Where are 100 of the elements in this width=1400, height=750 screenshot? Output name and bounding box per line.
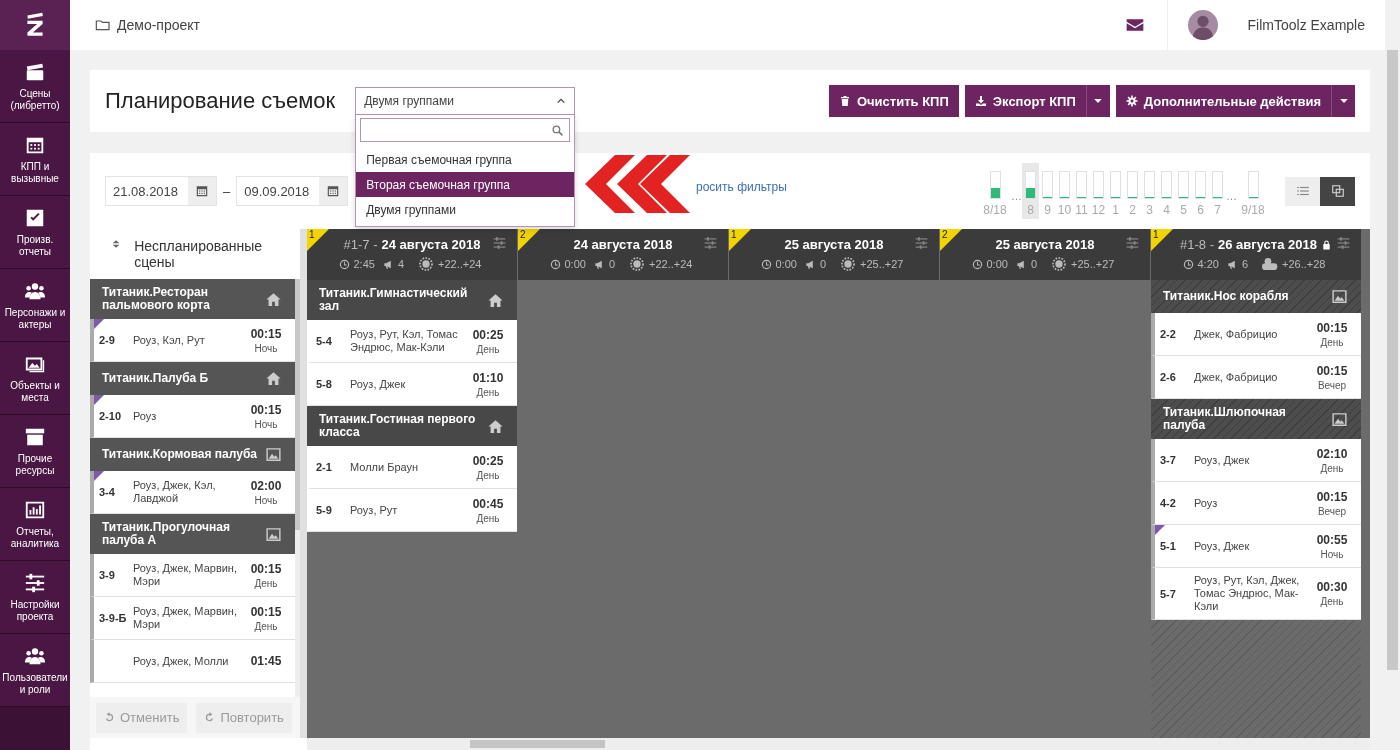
avatar-icon[interactable] <box>1187 10 1218 40</box>
group-badge: 1 <box>729 229 751 251</box>
scene-card[interactable]: 2-1 Молли Браун 00:25 День <box>307 446 517 489</box>
group-select[interactable]: Двумя группами <box>355 87 576 115</box>
sidebar-item[interactable]: Прочие ресурсы <box>0 415 70 488</box>
clock-icon <box>338 258 350 270</box>
sun-icon <box>629 256 646 272</box>
user-name[interactable]: FilmToolz Example <box>1247 17 1365 33</box>
sort-icon[interactable] <box>112 238 121 250</box>
temperature: +25..+27 <box>860 258 904 270</box>
scene-card[interactable]: 2-6 Джек, Фабрицио 00:15 Вечер <box>1151 356 1361 399</box>
scene-cast: Роуз, Рут, Кэл, Томас Эндрюс, Мак-Кэли <box>350 328 459 354</box>
scrollbar[interactable] <box>295 279 300 697</box>
scene-card[interactable]: 5-8 Роуз, Джек 01:10 День <box>307 363 517 406</box>
dropdown-button[interactable] <box>1085 85 1110 117</box>
sidebar-item[interactable]: Пользователи и роли <box>0 634 70 707</box>
sidebar-item[interactable]: Персонажи и актеры <box>0 269 70 342</box>
scene-number: 5-8 <box>316 378 333 390</box>
archive-box-icon <box>24 426 46 448</box>
scene-number: 2-6 <box>1160 371 1177 383</box>
day-code: #1-7 - <box>343 237 378 252</box>
scene-card[interactable]: 5-4 Роуз, Рут, Кэл, Томас Эндрюс, Мак-Кэли 00:25 День <box>307 320 517 363</box>
scene-number: 4-2 <box>1160 497 1177 509</box>
sidebar-item[interactable]: Сцены (либретто) <box>0 50 70 123</box>
day-date: 24 августа 2018 <box>573 237 673 252</box>
location-name: Титаник.Палуба Б <box>102 372 209 385</box>
scene-card[interactable]: Роуз, Джек, Молли 01:45 <box>90 640 295 683</box>
scene-card[interactable]: 5-7 Роуз, Рут, Кэл, Джек, Томас Эндрюс, Мак-Кэли 00:30 День <box>1151 568 1361 620</box>
scene-number: 3-4 <box>99 486 116 498</box>
scene-card[interactable]: 2-2 Джек, Фабрицио 00:15 День <box>1151 313 1361 356</box>
scene-card[interactable]: 4-2 Роуз 00:15 Вечер <box>1151 482 1361 525</box>
view-button[interactable] <box>1320 176 1355 206</box>
location-name: Титаник.Шлюпочная палуба <box>1163 406 1287 432</box>
sidebar-item[interactable]: Произв. отчеты <box>0 196 70 269</box>
time-of-day: Ночь <box>254 494 278 506</box>
time-of-day: День <box>476 512 500 524</box>
action-button[interactable]: Экспорт КПП <box>964 85 1086 117</box>
day-duration: 0:00 <box>564 258 586 270</box>
image-icon <box>264 525 283 543</box>
sidebar-item[interactable]: Отчеты, аналитика <box>0 488 70 561</box>
scene-card[interactable]: 3-4 Роуз, Джек, Кэл, Лавджой 02:00 Ночь <box>90 471 295 514</box>
settings-icon <box>1125 95 1138 107</box>
caret-icon <box>1338 96 1349 106</box>
location-name: Титаник.Гимнастический зал <box>319 287 469 313</box>
settings-icon[interactable] <box>492 236 507 250</box>
dropdown-option[interactable]: Вторая съемочная группа <box>356 172 575 197</box>
settings-icon[interactable] <box>1125 236 1140 250</box>
time-of-day: День <box>254 577 278 589</box>
location-name: Титаник.Кормовая палуба <box>102 448 257 461</box>
temperature: +22..+24 <box>438 258 482 270</box>
day-date: 24 августа 2018 <box>381 237 481 252</box>
dropdown-option[interactable]: Первая съемочная группа <box>356 147 575 172</box>
scene-cast: Роуз <box>133 409 158 423</box>
sidebar-item[interactable]: КПП и вызывные <box>0 123 70 196</box>
checkbox-icon <box>24 207 46 229</box>
time-of-day: День <box>1320 462 1344 474</box>
clapperboard-icon <box>24 61 46 83</box>
caret-icon <box>1093 96 1104 106</box>
sidebar-item[interactable]: Настройки проекта <box>0 561 70 634</box>
calendar-icon <box>195 184 209 198</box>
scrollbar[interactable] <box>307 738 1370 750</box>
temperature: +26..+28 <box>1282 258 1326 270</box>
settings-icon[interactable] <box>703 236 718 250</box>
scene-duration: 00:25 <box>472 453 504 468</box>
search-field[interactable] <box>360 118 571 142</box>
image-icon <box>264 446 283 463</box>
scene-card[interactable]: 2-9 Роуз, Кэл, Рут 00:15 Ночь <box>90 319 295 362</box>
group-badge: 1 <box>307 229 329 251</box>
image-icon <box>1330 288 1349 305</box>
scene-count: 6 <box>1241 258 1249 270</box>
scene-card[interactable]: 5-1 Роуз, Джек 00:55 Ночь <box>1151 525 1361 568</box>
dropdown-button[interactable] <box>1331 85 1355 117</box>
scene-number: 3-9-Б <box>99 612 128 624</box>
scene-duration: 00:45 <box>472 496 504 511</box>
scene-card[interactable]: 3-7 Роуз, Джек 02:10 День <box>1151 439 1361 482</box>
scene-number: 2-1 <box>316 461 333 473</box>
scene-duration: 00:25 <box>472 327 504 342</box>
scene-duration: 00:15 <box>250 604 282 619</box>
scene-number: 5-4 <box>316 335 333 347</box>
time-of-day: День <box>254 620 278 632</box>
scene-card[interactable]: 5-9 Роуз, Рут 00:45 День <box>307 489 517 532</box>
action-button[interactable]: Очистить КПП <box>828 85 959 117</box>
scene-duration: 00:30 <box>1316 580 1348 594</box>
settings-icon[interactable] <box>1336 236 1351 250</box>
date-field[interactable]: 09.09.2018 <box>236 176 349 206</box>
scene-card[interactable]: 3-9 Роуз, Джек, Марвин, Мэри 00:15 День <box>90 554 295 597</box>
scene-cast: Роуз, Джек, Молли <box>133 654 230 668</box>
action-button[interactable]: Дополнительные действия <box>1115 85 1331 117</box>
settings-icon[interactable] <box>914 236 929 250</box>
dropdown-option[interactable]: Двумя группами <box>356 197 575 222</box>
time-of-day: День <box>1320 336 1344 348</box>
project-link[interactable]: Демо-проект <box>117 17 200 33</box>
sun-icon <box>418 256 435 272</box>
location-name: Титаник.Прогулочная палуба А <box>102 521 231 547</box>
date-dash: – <box>223 183 231 199</box>
scene-duration: 01:10 <box>472 370 504 385</box>
scene-card[interactable]: 2-10 Роуз 00:15 Ночь <box>90 395 295 438</box>
date-field[interactable]: 21.08.2018 <box>105 176 217 206</box>
sidebar-item[interactable]: Объекты и места <box>0 342 70 415</box>
reset-filters-link[interactable]: росить фильтры <box>696 180 787 194</box>
